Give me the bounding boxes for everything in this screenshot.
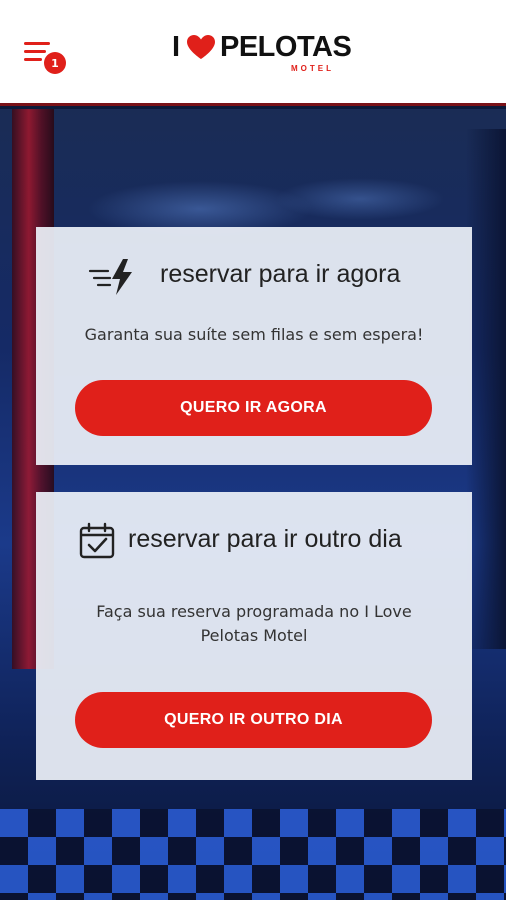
reserve-now-card: reservar para ir agora Garanta sua suíte… <box>36 227 472 465</box>
wall-shadow <box>466 129 506 649</box>
reserve-later-description: Faça sua reserva programada no I Love Pe… <box>96 602 412 645</box>
logo-subtitle: MOTEL <box>291 64 334 73</box>
app-header: 1 I PELOTAS MOTEL <box>0 0 506 106</box>
reserve-later-card: reservar para ir outro dia Faça sua rese… <box>36 492 472 780</box>
menu-icon-line <box>24 50 46 53</box>
heart-icon <box>187 35 215 59</box>
menu-icon-line <box>24 58 42 61</box>
checkered-floor <box>0 809 506 900</box>
go-now-button[interactable]: QUERO IR AGORA <box>75 380 432 436</box>
go-later-button[interactable]: QUERO IR OUTRO DIA <box>75 692 432 748</box>
calendar-check-icon <box>79 522 115 559</box>
reserve-now-title: reservar para ir agora <box>160 260 401 288</box>
brand-logo[interactable]: I PELOTAS MOTEL <box>172 30 352 76</box>
lightning-bolt-icon <box>88 259 132 295</box>
menu-button[interactable]: 1 <box>24 40 68 74</box>
logo-name: PELOTAS <box>220 31 352 63</box>
reserve-later-title: reservar para ir outro dia <box>128 525 402 553</box>
notification-badge: 1 <box>44 52 66 74</box>
menu-icon <box>24 42 50 45</box>
logo-letter: I <box>172 31 181 63</box>
reserve-now-description: Garanta sua suíte sem filas e sem espera… <box>84 325 424 344</box>
